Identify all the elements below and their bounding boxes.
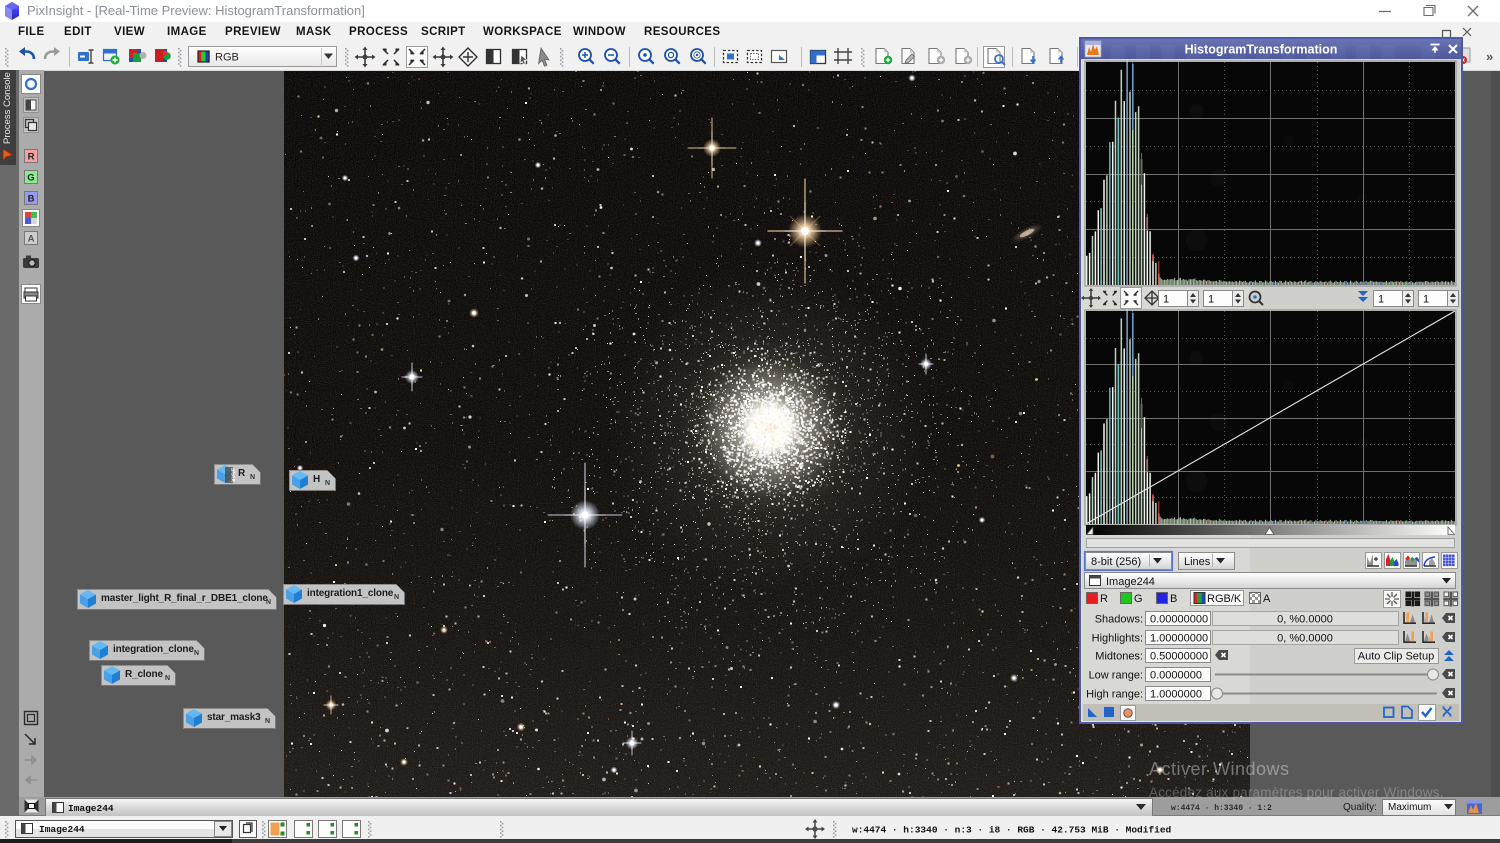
svg-text:Image244: Image244 [39,824,85,835]
svg-text:8-bit (256): 8-bit (256) [1091,556,1141,568]
svg-text:B: B [1170,593,1177,605]
svg-text:Auto Clip Setup: Auto Clip Setup [1358,651,1434,663]
svg-text:1: 1 [1208,294,1214,306]
svg-text:Highlights:: Highlights: [1092,633,1143,645]
svg-text:»: » [1486,49,1493,64]
svg-text:RGB: RGB [215,52,239,64]
svg-text:A: A [1263,593,1271,605]
svg-text:0.50000000: 0.50000000 [1150,651,1208,663]
svg-text:G: G [27,173,34,184]
svg-text:1.00000000: 1.00000000 [1150,633,1208,645]
svg-text:Shadows:: Shadows: [1095,614,1143,626]
svg-text:G: G [1134,593,1143,605]
svg-text:R: R [1100,593,1108,605]
svg-text:1: 1 [1163,294,1169,306]
svg-text:High range:: High range: [1086,689,1143,701]
svg-text:Midtones:: Midtones: [1095,651,1143,663]
svg-text:RGB/K: RGB/K [1207,593,1242,605]
svg-text:0.00000000: 0.00000000 [1150,614,1208,626]
svg-text:R: R [28,152,35,163]
svg-text:1: 1 [1423,294,1429,306]
svg-text:0, %0.0000: 0, %0.0000 [1277,614,1333,626]
svg-text:1: 1 [1378,294,1384,306]
svg-text:A: A [28,234,35,245]
svg-text:w:4474 · h:3340 · n:3 · i8 · R: w:4474 · h:3340 · n:3 · i8 · RGB · 42.75… [852,825,1172,836]
svg-text:B: B [28,194,35,205]
svg-text:0.0000000: 0.0000000 [1150,670,1202,682]
svg-text:Low range:: Low range: [1089,670,1143,682]
svg-text:Image244: Image244 [1106,576,1155,588]
svg-text:0, %0.0000: 0, %0.0000 [1277,633,1333,645]
svg-text:XISF: XISF [231,468,235,482]
svg-text:Lines: Lines [1184,556,1211,568]
svg-text:1.0000000: 1.0000000 [1150,689,1202,701]
